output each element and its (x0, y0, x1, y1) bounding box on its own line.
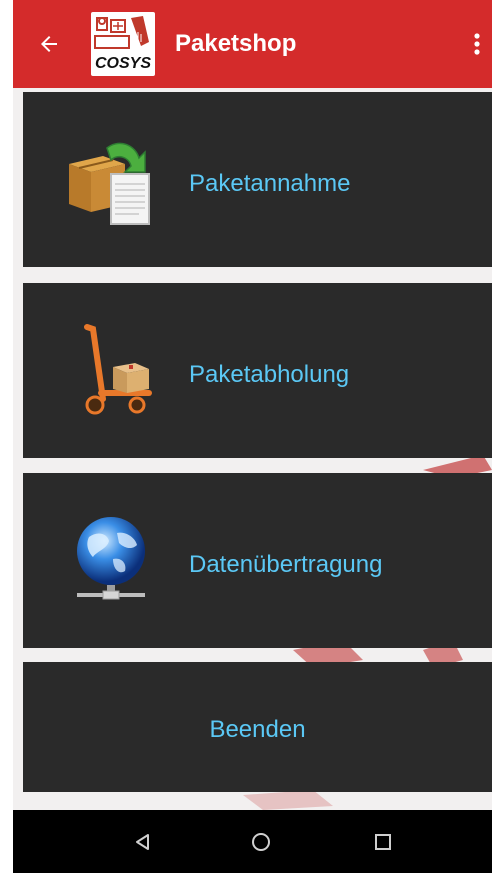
network-globe-icon (77, 517, 145, 600)
nav-recents-icon (375, 834, 391, 850)
menu-item-label: Datenübertragung (189, 551, 383, 578)
overflow-menu-button[interactable] (462, 24, 492, 64)
cosys-logo-icon: COSYS (93, 16, 153, 72)
menu-item-datenuebertragung[interactable]: Datenübertragung (23, 473, 492, 648)
menu-item-label: Paketabholung (189, 361, 350, 388)
nav-home-button[interactable] (241, 822, 281, 862)
nav-back-button[interactable] (123, 822, 163, 862)
app-bar: COSYS Paketshop (13, 0, 492, 88)
more-vert-icon (474, 33, 480, 55)
package-receive-icon (69, 142, 150, 225)
app-screen: COSYS Paketshop Paketannahme Paketabholu… (13, 0, 492, 873)
menu-item-label: Paketannahme (189, 170, 351, 197)
arrow-back-icon (41, 36, 57, 52)
hand-truck-icon (84, 324, 152, 415)
page-title: Paketshop (175, 30, 297, 57)
nav-home-icon (252, 833, 270, 851)
menu-item-label: Beenden (209, 716, 306, 743)
menu-item-paketannahme[interactable]: Paketannahme (23, 92, 492, 267)
menu-item-beenden[interactable]: Beenden (23, 662, 492, 792)
nav-back-icon (136, 834, 149, 850)
back-button[interactable] (29, 24, 69, 64)
app-logo: COSYS (91, 12, 155, 76)
nav-recents-button[interactable] (363, 822, 403, 862)
menu-item-paketabholung[interactable]: Paketabholung (23, 283, 492, 458)
logo-text: COSYS (95, 55, 151, 72)
system-nav-bar (13, 810, 492, 873)
